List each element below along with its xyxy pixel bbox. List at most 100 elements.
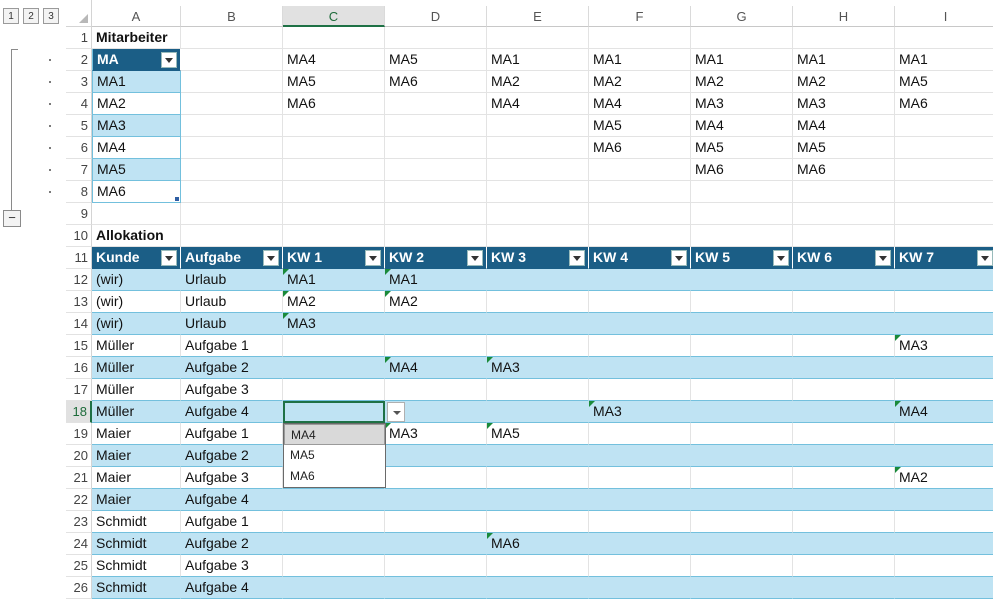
aufgabe-cell[interactable]: Aufgabe 1 <box>181 511 283 533</box>
week-cell[interactable] <box>895 357 993 379</box>
week-cell[interactable]: MA2 <box>283 291 385 313</box>
empty-cell[interactable] <box>181 181 283 203</box>
week-cell[interactable] <box>283 577 385 599</box>
empty-cell[interactable] <box>895 225 993 247</box>
week-cell[interactable] <box>793 555 895 577</box>
week-cell[interactable] <box>589 511 691 533</box>
empty-cell[interactable] <box>181 225 283 247</box>
kunde-cell[interactable]: (wir) <box>92 313 181 335</box>
week-cell[interactable] <box>385 511 487 533</box>
kunde-cell[interactable]: Maier <box>92 445 181 467</box>
week-cell[interactable] <box>691 511 793 533</box>
week-cell[interactable] <box>283 555 385 577</box>
aufgabe-cell[interactable]: Urlaub <box>181 291 283 313</box>
week-cell[interactable]: MA3 <box>487 357 589 379</box>
kunde-cell[interactable]: (wir) <box>92 291 181 313</box>
week-cell[interactable] <box>589 555 691 577</box>
week-cell[interactable]: MA3 <box>589 401 691 423</box>
ma-list-item[interactable]: MA2 <box>92 93 181 115</box>
ma-list-item[interactable]: MA3 <box>92 115 181 137</box>
empty-cell[interactable] <box>385 27 487 49</box>
ma-list-item[interactable]: MA4 <box>92 137 181 159</box>
week-cell[interactable] <box>385 335 487 357</box>
kunde-cell[interactable]: Müller <box>92 357 181 379</box>
week-cell[interactable] <box>589 313 691 335</box>
empty-cell[interactable] <box>895 115 993 137</box>
week-cell[interactable] <box>691 401 793 423</box>
week-cell[interactable] <box>895 269 993 291</box>
week-cell[interactable] <box>895 511 993 533</box>
filter-dropdown-icon[interactable] <box>467 250 483 266</box>
week-cell[interactable]: MA1 <box>385 269 487 291</box>
empty-cell[interactable] <box>487 27 589 49</box>
week-cell[interactable] <box>793 291 895 313</box>
empty-cell[interactable] <box>385 93 487 115</box>
kunde-cell[interactable]: Maier <box>92 489 181 511</box>
empty-cell[interactable] <box>385 115 487 137</box>
empty-cell[interactable] <box>487 225 589 247</box>
empty-cell[interactable] <box>793 181 895 203</box>
week-cell[interactable] <box>487 335 589 357</box>
row-header-5[interactable]: 5 <box>66 115 92 137</box>
empty-cell[interactable] <box>589 159 691 181</box>
column-header-g[interactable]: G <box>691 6 793 27</box>
week-cell[interactable] <box>487 467 589 489</box>
outline-level-3-button[interactable]: 3 <box>43 8 59 24</box>
filter-dropdown-icon[interactable] <box>977 250 993 266</box>
week-cell[interactable] <box>691 423 793 445</box>
empty-cell[interactable] <box>385 137 487 159</box>
week-cell[interactable]: MA5 <box>487 423 589 445</box>
ma-matrix-cell[interactable]: MA5 <box>589 115 691 137</box>
week-cell[interactable] <box>793 357 895 379</box>
row-header-2[interactable]: 2 <box>66 49 92 71</box>
ma-matrix-cell[interactable]: MA6 <box>895 93 993 115</box>
empty-cell[interactable] <box>487 137 589 159</box>
empty-cell[interactable] <box>691 27 793 49</box>
week-cell[interactable] <box>283 379 385 401</box>
empty-cell[interactable] <box>181 159 283 181</box>
week-cell[interactable] <box>691 445 793 467</box>
week-cell[interactable]: MA4 <box>895 401 993 423</box>
ma-matrix-cell[interactable]: MA4 <box>589 93 691 115</box>
filter-dropdown-icon[interactable] <box>161 52 177 68</box>
row-header-25[interactable]: 25 <box>66 555 92 577</box>
week-cell[interactable] <box>487 401 589 423</box>
empty-cell[interactable] <box>181 93 283 115</box>
week-cell[interactable] <box>895 533 993 555</box>
week-cell[interactable] <box>589 533 691 555</box>
row-header-23[interactable]: 23 <box>66 511 92 533</box>
empty-cell[interactable] <box>385 203 487 225</box>
select-all-corner[interactable] <box>66 0 92 27</box>
week-cell[interactable] <box>793 269 895 291</box>
aufgabe-cell[interactable]: Aufgabe 2 <box>181 445 283 467</box>
week-cell[interactable] <box>283 533 385 555</box>
row-header-6[interactable]: 6 <box>66 137 92 159</box>
aufgabe-cell[interactable]: Aufgabe 3 <box>181 555 283 577</box>
week-cell[interactable] <box>895 489 993 511</box>
row-header-14[interactable]: 14 <box>66 313 92 335</box>
empty-cell[interactable] <box>385 225 487 247</box>
empty-cell[interactable] <box>283 225 385 247</box>
ma-matrix-cell[interactable]: MA2 <box>589 71 691 93</box>
week-cell[interactable] <box>691 379 793 401</box>
week-cell[interactable] <box>691 533 793 555</box>
ma-matrix-cell[interactable]: MA5 <box>283 71 385 93</box>
week-cell[interactable] <box>385 489 487 511</box>
allokation-header-kw-7[interactable]: KW 7 <box>895 247 993 269</box>
empty-cell[interactable] <box>895 27 993 49</box>
empty-cell[interactable] <box>181 137 283 159</box>
column-header-e[interactable]: E <box>487 6 589 27</box>
row-header-8[interactable]: 8 <box>66 181 92 203</box>
week-cell[interactable] <box>793 511 895 533</box>
week-cell[interactable] <box>385 577 487 599</box>
empty-cell[interactable] <box>895 181 993 203</box>
ma-matrix-cell[interactable]: MA1 <box>589 49 691 71</box>
validation-dropdown-button[interactable] <box>387 402 405 422</box>
week-cell[interactable] <box>589 489 691 511</box>
row-header-4[interactable]: 4 <box>66 93 92 115</box>
aufgabe-cell[interactable]: Aufgabe 3 <box>181 379 283 401</box>
kunde-cell[interactable]: Schmidt <box>92 533 181 555</box>
column-header-b[interactable]: B <box>181 6 283 27</box>
allokation-header-aufgabe[interactable]: Aufgabe <box>181 247 283 269</box>
ma-matrix-cell[interactable]: MA5 <box>385 49 487 71</box>
